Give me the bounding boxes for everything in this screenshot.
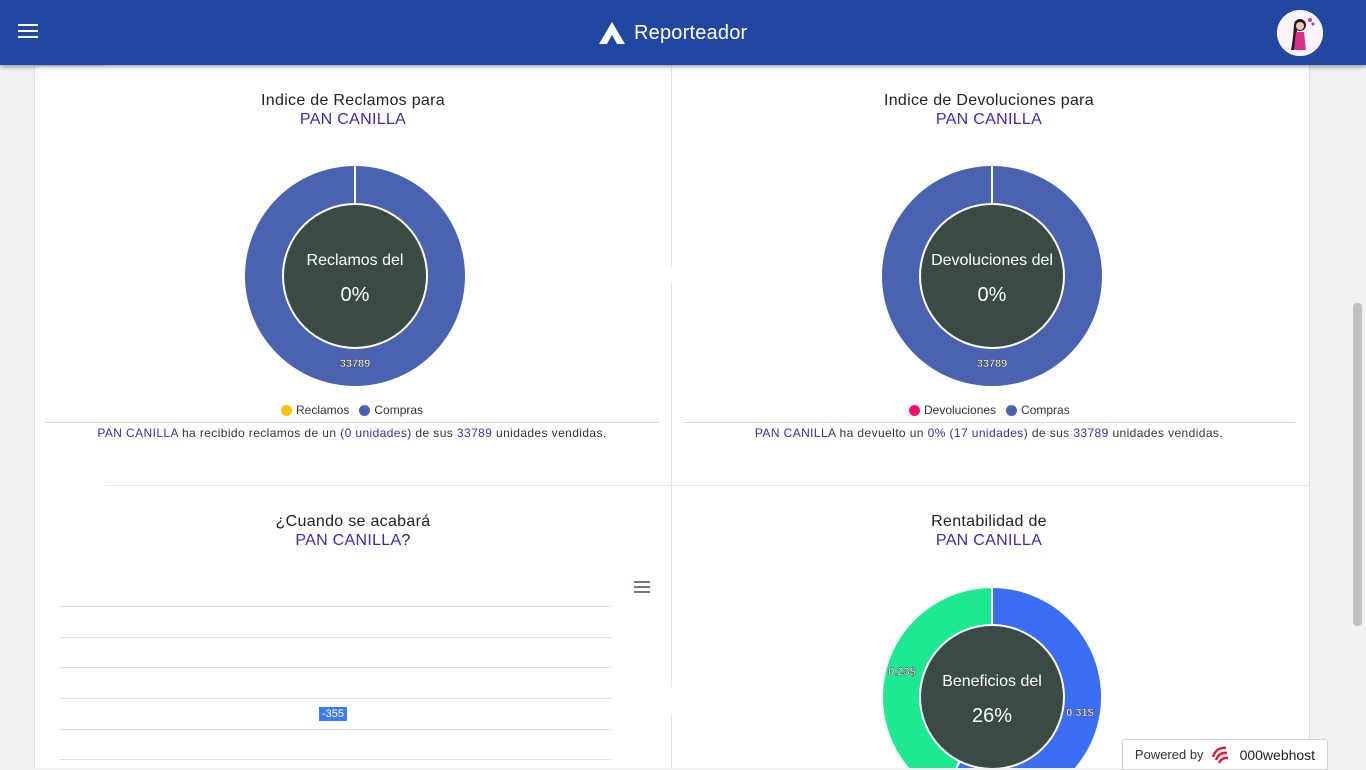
summary-value: (0 unidades) [340, 426, 412, 440]
webhost-logo-icon [1211, 746, 1228, 764]
devoluciones-center-value: 0% [978, 284, 1007, 306]
summary-value: 33789 [456, 426, 493, 440]
divider [671, 715, 672, 768]
summary-text: ha devuelto un [839, 426, 924, 440]
dashboard-content: Indice de Reclamos para PAN CANILLA Recl… [34, 65, 1310, 768]
grid-line [59, 606, 611, 607]
devoluciones-panel-title: Indice de Devoluciones para PAN CANILLA [789, 91, 1189, 129]
summary-value: 0% (17 unidades) [927, 426, 1029, 440]
reclamos-title-text: Indice de Reclamos para [261, 92, 445, 109]
legend-item-reclamos[interactable]: Reclamos [281, 403, 349, 417]
rent-blue-data-label: 0.31$ [1066, 707, 1094, 719]
legend-label: Compras [1021, 403, 1070, 417]
reclamos-legend: Reclamos Compras [281, 403, 433, 417]
acabara-title-suffix: ? [401, 532, 411, 549]
avatar-illustration-icon [1277, 10, 1323, 56]
summary-text: de sus [1031, 426, 1070, 440]
powered-by-text: Powered by [1134, 747, 1204, 762]
summary-product: PAN CANILLA [754, 426, 836, 440]
divider [671, 65, 672, 267]
legend-item-compras[interactable]: Compras [359, 403, 423, 417]
grid-line [59, 759, 611, 760]
legend-label: Reclamos [296, 403, 350, 417]
separator-line [683, 422, 1295, 423]
webhost-name: 000webhost [1239, 746, 1316, 763]
summary-text: de sus [415, 426, 454, 440]
reclamos-summary: PAN CANILLA ha recibido reclamos de un (… [45, 426, 659, 440]
summary-text: unidades vendidas. [1112, 426, 1224, 440]
app-logo-icon [599, 22, 625, 44]
brand[interactable]: Reporteador [598, 18, 747, 48]
donut-center [282, 203, 428, 349]
legend-dot-icon [281, 404, 292, 416]
devoluciones-product-name: PAN CANILLA [935, 111, 1043, 128]
devoluciones-donut-chart: Devoluciones del 0% 33789 [882, 166, 1102, 386]
devoluciones-title-text: Indice de Devoluciones para [883, 92, 1094, 109]
user-avatar[interactable] [1277, 10, 1323, 56]
powered-by-badge[interactable]: Powered by 000webhost [1122, 739, 1328, 770]
donut-center [919, 203, 1065, 349]
divider [105, 485, 1309, 486]
app-title: Reporteador [634, 21, 748, 44]
reclamos-center-label: Reclamos del [307, 252, 404, 269]
summary-product: PAN CANILLA [97, 426, 179, 440]
donut-center [919, 624, 1065, 768]
rent-green-data-label: 0.23$ [888, 666, 916, 678]
reclamos-panel-title: Indice de Reclamos para PAN CANILLA [153, 91, 553, 129]
devoluciones-legend: Devoluciones Compras [909, 403, 1080, 417]
summary-text: unidades vendidas. [496, 426, 607, 440]
legend-label: Devoluciones [924, 403, 997, 417]
rentabilidad-panel-title: Rentabilidad de PAN CANILLA [789, 512, 1189, 550]
summary-text: ha recibido reclamos de un [181, 426, 337, 440]
hamburger-menu-icon[interactable] [18, 24, 38, 40]
legend-item-devoluciones[interactable]: Devoluciones [909, 403, 996, 417]
legend-dot-icon [1006, 404, 1018, 416]
reclamos-product-name: PAN CANILLA [299, 111, 407, 128]
devoluciones-summary: PAN CANILLA ha devuelto un 0% (17 unidad… [683, 426, 1295, 440]
rentabilidad-donut-chart: Beneficios del 26% 0.23$ 0.31$ [881, 585, 1103, 768]
scrollbar-thumb[interactable] [1353, 303, 1362, 626]
compras-data-label: 33789 [977, 358, 1008, 370]
grid-line [59, 637, 611, 638]
chart-menu-icon[interactable] [634, 581, 650, 594]
rentabilidad-center-value: 26% [972, 705, 1012, 727]
top-app-bar: Reporteador [0, 0, 1366, 65]
acabara-title-text: ¿Cuando se acabará [275, 513, 431, 530]
rentabilidad-product-name: PAN CANILLA [935, 532, 1043, 549]
rentabilidad-title-text: Rentabilidad de [931, 513, 1047, 530]
divider [35, 65, 105, 66]
grid-line [59, 667, 611, 668]
legend-item-compras[interactable]: Compras [1006, 403, 1070, 417]
devoluciones-center-label: Devoluciones del [931, 252, 1053, 269]
acabara-panel-title: ¿Cuando se acabará PAN CANILLA? [153, 512, 553, 550]
legend-label: Compras [374, 403, 424, 417]
bar-data-label: -355 [319, 707, 348, 721]
rentabilidad-center-label: Beneficios del [942, 673, 1042, 690]
reclamos-center-value: 0% [341, 284, 370, 306]
grid-line [59, 729, 611, 730]
grid-line [59, 698, 611, 699]
summary-value: 33789 [1073, 426, 1109, 440]
legend-dot-icon [359, 404, 371, 416]
acabara-product-name: PAN CANILLA [295, 532, 402, 549]
separator-line [45, 422, 659, 423]
compras-data-label: 33789 [340, 358, 371, 370]
legend-dot-icon [909, 404, 920, 416]
reclamos-donut-chart: Reclamos del 0% 33789 [245, 166, 465, 386]
